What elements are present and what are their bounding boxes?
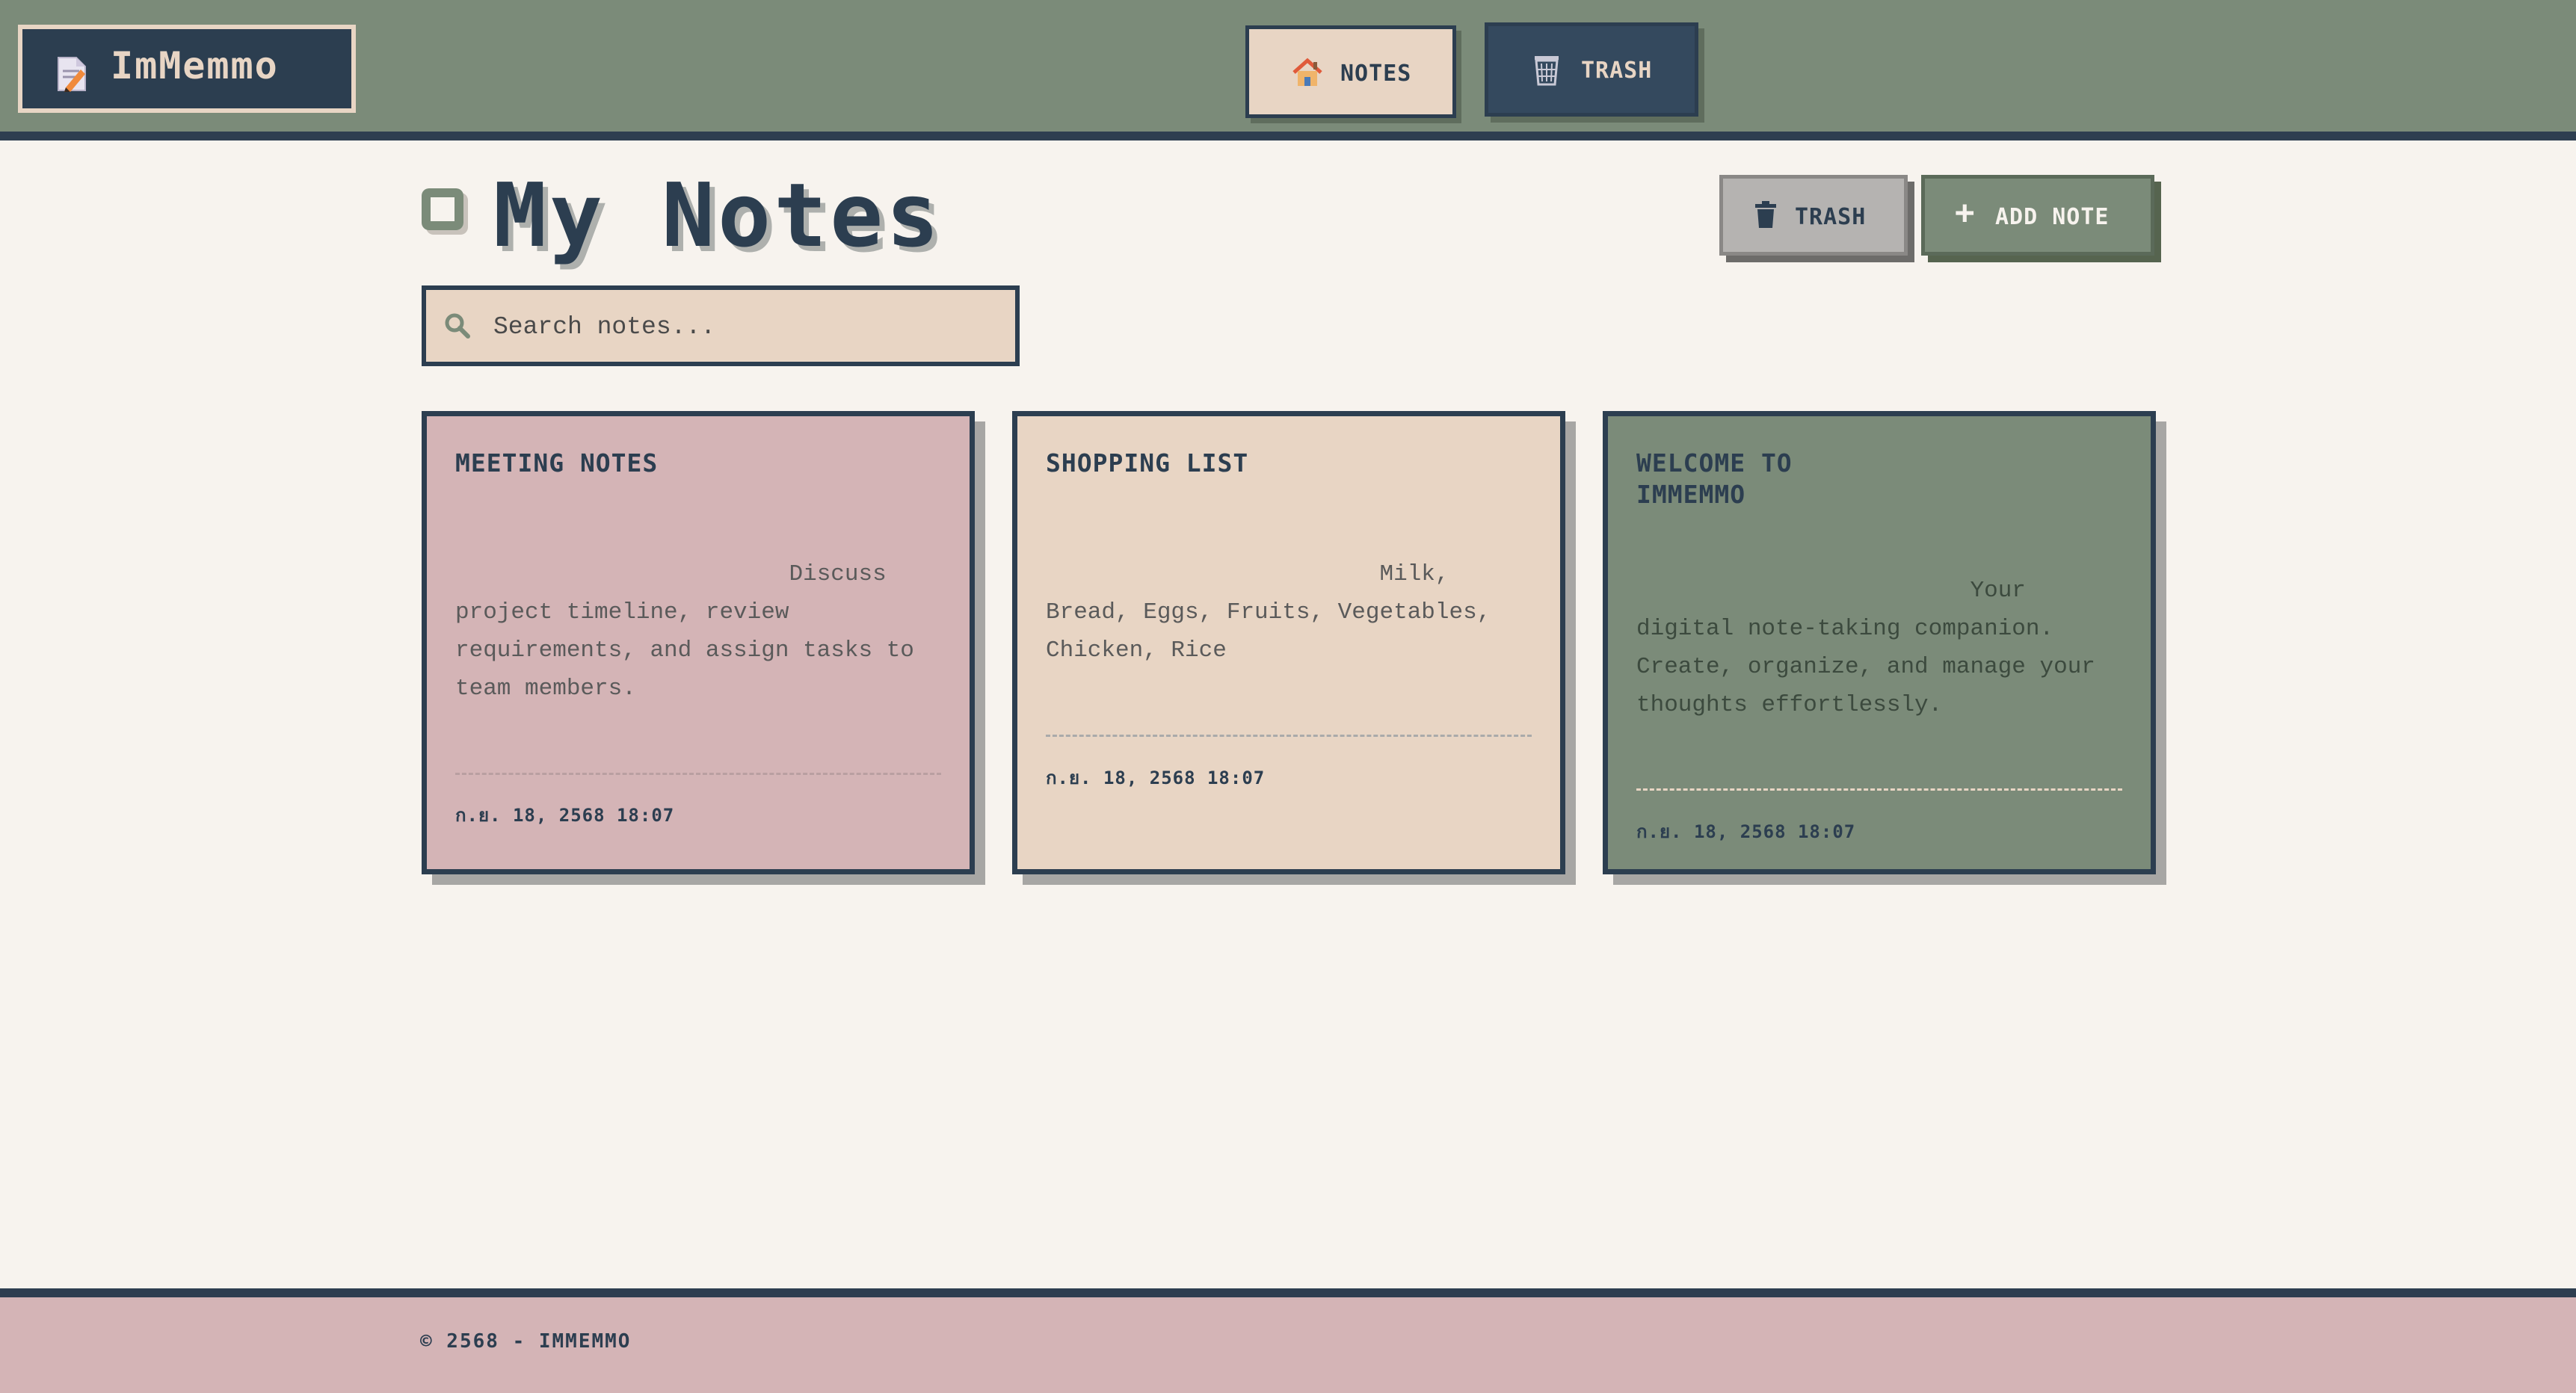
note-date: ก.ย. 18, 2568 18:07 <box>455 805 675 826</box>
search-input[interactable] <box>492 306 988 347</box>
top-navbar: ImMemmo NOTES TRASH <box>0 0 2576 140</box>
note-divider <box>1636 788 2122 791</box>
note-body: Discuss project timeline, review require… <box>455 561 914 702</box>
trash-can-icon <box>1754 201 1777 234</box>
note-title: WELCOME TO IMMEMMO <box>1636 448 1793 509</box>
house-icon <box>1291 58 1324 93</box>
search-box <box>422 285 1020 366</box>
nav-notes-button[interactable]: NOTES <box>1245 25 1456 118</box>
note-body: Milk, Bread, Eggs, Fruits, Vegetables, C… <box>1046 561 1491 664</box>
add-note-button-label: ADD NOTE <box>1995 204 2110 230</box>
trash-button[interactable]: TRASH <box>1719 175 1908 256</box>
note-date: ก.ย. 18, 2568 18:07 <box>1636 821 1856 842</box>
memo-icon <box>55 55 88 97</box>
trash-button-label: TRASH <box>1795 204 1867 230</box>
footer: © 2568 - IMMEMMO <box>0 1288 2576 1393</box>
footer-copyright: © 2568 - IMMEMMO <box>420 1330 632 1353</box>
note-card[interactable]: MEETING NOTES Discuss project timeline, … <box>422 411 975 874</box>
note-date: ก.ย. 18, 2568 18:07 <box>1046 767 1266 788</box>
nav-trash-label: TRASH <box>1581 58 1653 84</box>
note-divider <box>1046 735 1532 737</box>
note-title: MEETING NOTES <box>455 448 659 478</box>
note-divider <box>455 773 941 775</box>
plus-icon: + <box>1955 194 1976 232</box>
search-icon <box>444 312 471 343</box>
wastebasket-icon <box>1532 53 1562 92</box>
page-title: My Notes <box>493 164 943 267</box>
nav-trash-button[interactable]: TRASH <box>1485 22 1698 117</box>
app-logo[interactable]: ImMemmo <box>18 25 356 113</box>
note-title: SHOPPING LIST <box>1046 448 1249 478</box>
app-name: ImMemmo <box>111 44 279 87</box>
nav-notes-label: NOTES <box>1340 61 1412 87</box>
note-card[interactable]: SHOPPING LIST Milk, Bread, Eggs, Fruits,… <box>1012 411 1565 874</box>
note-card[interactable]: WELCOME TO IMMEMMO Your digital note-tak… <box>1603 411 2156 874</box>
note-body: Your digital note-taking companion. Crea… <box>1636 578 2095 718</box>
add-note-button[interactable]: + ADD NOTE <box>1921 175 2154 256</box>
note-square-icon <box>422 188 463 230</box>
